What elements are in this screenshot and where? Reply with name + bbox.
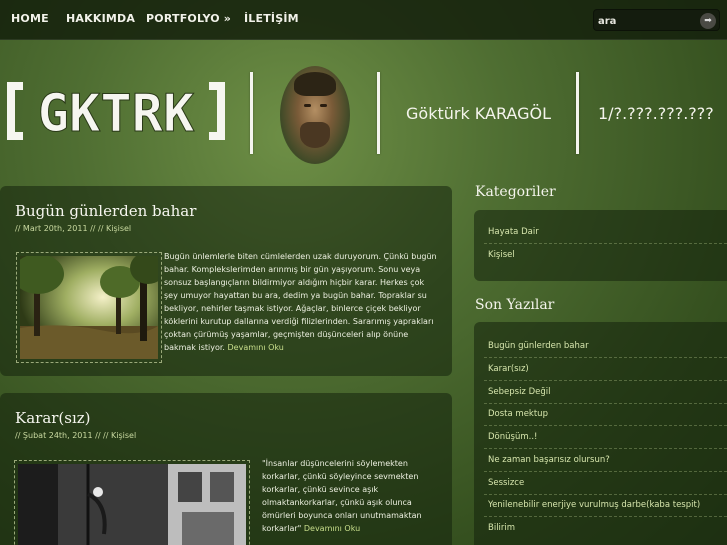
read-more-link[interactable]: Devamını Oku bbox=[304, 524, 360, 533]
post-excerpt-text: "İnsanlar düşüncelerini söylemekten kork… bbox=[262, 459, 422, 533]
header-divider bbox=[377, 72, 380, 154]
recent-post-link[interactable]: Sessizce bbox=[488, 478, 524, 488]
recent-posts-box: Bugün günlerden bahar Karar(sız) Sebepsi… bbox=[474, 322, 727, 545]
categories-box: Hayata Dair Kişisel bbox=[474, 210, 727, 281]
recent-post-link[interactable]: Sebepsiz Değil bbox=[488, 387, 551, 397]
post-title[interactable]: Bugün günlerden bahar bbox=[15, 202, 196, 220]
post-meta: // Şubat 24th, 2011 // // Kişisel bbox=[15, 431, 136, 440]
post-title[interactable]: Karar(sız) bbox=[15, 409, 91, 427]
post-meta: // Mart 20th, 2011 // // Kişisel bbox=[15, 224, 131, 233]
recent-post-link[interactable]: Dosta mektup bbox=[488, 409, 548, 419]
search-box: ➡ bbox=[593, 9, 720, 31]
nav-home[interactable]: HOME bbox=[11, 12, 49, 25]
recent-post-link[interactable]: Yenilenebilir enerjiye vurulmuş darbe(ka… bbox=[488, 500, 700, 510]
post-card: Bugün günlerden bahar // Mart 20th, 2011… bbox=[0, 186, 452, 376]
categories-heading: Kategoriler bbox=[475, 184, 556, 200]
recent-post-link[interactable]: Bilirim bbox=[488, 523, 515, 533]
author-phone: 1/?.???.???.??? bbox=[598, 104, 714, 123]
recent-post-link[interactable]: Ne zaman başarısız olursun? bbox=[488, 455, 610, 465]
nav-contact[interactable]: İLETİŞİM bbox=[244, 12, 299, 25]
post-excerpt-text: Bugün ünlemlerle biten cümlelerden uzak … bbox=[164, 252, 437, 352]
post-excerpt: "İnsanlar düşüncelerini söylemekten kork… bbox=[262, 457, 432, 535]
recent-post-link[interactable]: Karar(sız) bbox=[488, 364, 529, 374]
author-name: Göktürk KARAGÖL bbox=[406, 104, 551, 123]
recent-post-link[interactable]: Bugün günlerden bahar bbox=[488, 341, 589, 351]
recent-post-link[interactable]: Dönüşüm..! bbox=[488, 432, 537, 442]
category-link[interactable]: Kişisel bbox=[488, 250, 515, 260]
search-go-icon[interactable]: ➡ bbox=[700, 13, 716, 29]
post-date: // Mart 20th, 2011 bbox=[15, 224, 88, 233]
post-thumbnail[interactable] bbox=[16, 252, 162, 363]
post-meta-separator: // // bbox=[87, 224, 106, 233]
header-divider bbox=[576, 72, 579, 154]
avatar bbox=[280, 66, 350, 164]
site-logo[interactable]: GKTRK bbox=[5, 80, 227, 145]
recent-posts-heading: Son Yazılar bbox=[475, 297, 555, 313]
top-navigation: HOME HAKKIMDA PORTFOLYO » İLETİŞİM ➡ bbox=[0, 0, 727, 40]
post-card: Karar(sız) // Şubat 24th, 2011 // // Kiş… bbox=[0, 393, 452, 545]
post-thumbnail[interactable] bbox=[14, 460, 250, 545]
logo-text: GKTRK bbox=[38, 84, 195, 142]
header-divider bbox=[250, 72, 253, 154]
post-category-link[interactable]: Kişisel bbox=[106, 224, 131, 233]
post-category-link[interactable]: Kişisel bbox=[111, 431, 136, 440]
nav-about[interactable]: HAKKIMDA bbox=[66, 12, 135, 25]
read-more-link[interactable]: Devamını Oku bbox=[228, 343, 284, 352]
post-excerpt: Bugün ünlemlerle biten cümlelerden uzak … bbox=[164, 250, 440, 354]
category-link[interactable]: Hayata Dair bbox=[488, 227, 539, 237]
nav-portfolio[interactable]: PORTFOLYO » bbox=[146, 12, 231, 25]
post-meta-separator: // // bbox=[92, 431, 111, 440]
search-input[interactable] bbox=[598, 13, 694, 29]
post-date: // Şubat 24th, 2011 bbox=[15, 431, 93, 440]
